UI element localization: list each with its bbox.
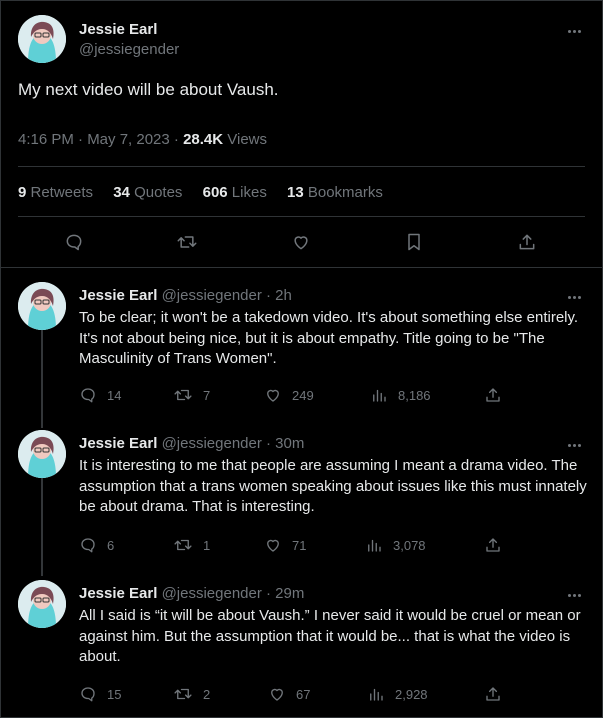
views-button[interactable]: 2,928 bbox=[367, 685, 428, 703]
avatar[interactable] bbox=[18, 282, 66, 330]
views-button[interactable]: 8,186 bbox=[370, 386, 431, 404]
retweet-button[interactable]: 2 bbox=[173, 685, 210, 703]
share-button[interactable] bbox=[484, 536, 502, 554]
reply-tweet[interactable]: Jessie Earl @jessiegender · 30m It is in… bbox=[0, 418, 603, 568]
like-icon bbox=[267, 539, 279, 552]
reply-actions: 15 2 67 2,928 bbox=[79, 685, 579, 705]
retweet-count: 2 bbox=[203, 686, 211, 702]
more-options-icon[interactable] bbox=[564, 585, 584, 605]
reply-icon bbox=[81, 538, 95, 553]
share-icon bbox=[486, 687, 500, 701]
main-actions bbox=[0, 228, 603, 258]
reply-actions: 6 1 71 3,078 bbox=[79, 536, 579, 556]
avatar[interactable] bbox=[18, 15, 66, 63]
main-tweet: Jessie Earl @jessiegender My next video … bbox=[0, 0, 603, 268]
retweet-count: 1 bbox=[203, 537, 211, 553]
author-handle-time[interactable]: @jessiegender · 2h bbox=[157, 287, 292, 304]
views-icon bbox=[373, 389, 386, 402]
avatar[interactable] bbox=[18, 430, 66, 478]
bookmarks-label: Bookmarks bbox=[303, 184, 383, 201]
reply-button[interactable]: 14 bbox=[79, 386, 121, 404]
retweet-button[interactable]: 7 bbox=[173, 386, 210, 404]
quotes-count: 34 bbox=[113, 184, 130, 201]
like-count: 67 bbox=[296, 686, 311, 702]
avatar[interactable] bbox=[18, 580, 66, 628]
like-icon bbox=[271, 688, 283, 701]
views-icon bbox=[368, 539, 381, 552]
share-button[interactable] bbox=[484, 386, 502, 404]
reply-count: 6 bbox=[107, 537, 115, 553]
like-icon bbox=[267, 389, 279, 402]
bookmarks-stat[interactable]: 13 Bookmarks bbox=[287, 184, 383, 201]
views-count: 28.4K bbox=[183, 131, 224, 148]
reply-actions: 14 7 249 8,186 bbox=[79, 386, 579, 406]
retweet-count: 7 bbox=[203, 387, 211, 403]
likes-label: Likes bbox=[227, 184, 267, 201]
reply-button[interactable]: 6 bbox=[79, 536, 114, 554]
views-count: 2,928 bbox=[395, 686, 428, 702]
like-button[interactable]: 67 bbox=[268, 685, 310, 703]
tweet-stats: 9 Retweets 34 Quotes 606 Likes 13 Bookma… bbox=[18, 184, 399, 201]
like-icon[interactable] bbox=[290, 231, 312, 253]
like-count: 249 bbox=[292, 387, 314, 403]
author-handle[interactable]: @jessiegender bbox=[79, 41, 179, 58]
reply-tweet[interactable]: Jessie Earl @jessiegender · 2h To be cle… bbox=[0, 270, 603, 418]
retweet-icon[interactable] bbox=[176, 231, 198, 253]
reply-text: It is interesting to me that people are … bbox=[79, 457, 587, 515]
retweets-label: Retweets bbox=[26, 184, 94, 201]
likes-count: 606 bbox=[202, 184, 228, 201]
reply-text: To be clear; it won't be a takedown vide… bbox=[79, 309, 579, 367]
reply-count: 14 bbox=[107, 387, 122, 403]
views-count: 3,078 bbox=[393, 537, 426, 553]
author-name[interactable]: Jessie Earl bbox=[79, 585, 157, 602]
retweet-icon bbox=[174, 389, 192, 401]
share-icon bbox=[486, 538, 500, 552]
likes-stat[interactable]: 606 Likes bbox=[203, 184, 267, 201]
reply-header: Jessie Earl @jessiegender · 2h bbox=[79, 287, 292, 304]
quotes-label: Quotes bbox=[129, 184, 183, 201]
views-icon bbox=[370, 688, 383, 701]
share-button[interactable] bbox=[484, 685, 502, 703]
author-handle-time[interactable]: @jessiegender · 29m bbox=[157, 585, 305, 602]
more-options-icon[interactable] bbox=[564, 21, 584, 41]
author-name[interactable]: Jessie Earl bbox=[79, 21, 157, 38]
reply-count: 15 bbox=[107, 686, 122, 702]
author-name[interactable]: Jessie Earl bbox=[79, 435, 157, 452]
reply-icon[interactable] bbox=[63, 231, 85, 253]
retweet-button[interactable]: 1 bbox=[173, 536, 210, 554]
share-icon[interactable] bbox=[516, 231, 538, 253]
reply-tweet[interactable]: Jessie Earl @jessiegender · 29m All I sa… bbox=[0, 568, 603, 718]
quotes-stat[interactable]: 34 Quotes bbox=[113, 184, 182, 201]
bookmark-icon[interactable] bbox=[403, 231, 425, 253]
retweets-stat[interactable]: 9 Retweets bbox=[18, 184, 93, 201]
tweet-meta: 4:16 PM · May 7, 2023 · 28.4K Views bbox=[18, 131, 267, 148]
author-name[interactable]: Jessie Earl bbox=[79, 287, 157, 304]
more-options-icon[interactable] bbox=[564, 287, 584, 307]
reply-icon bbox=[81, 687, 95, 702]
reply-text: All I said is “it will be about Vaush.” … bbox=[79, 607, 581, 665]
share-icon bbox=[486, 388, 500, 402]
like-count: 71 bbox=[292, 537, 307, 553]
views-label: Views bbox=[223, 131, 268, 148]
like-button[interactable]: 71 bbox=[264, 536, 306, 554]
bookmarks-count: 13 bbox=[287, 184, 304, 201]
reply-icon bbox=[81, 388, 95, 403]
reply-header: Jessie Earl @jessiegender · 30m bbox=[79, 435, 304, 452]
divider bbox=[18, 166, 585, 167]
retweet-icon bbox=[174, 688, 192, 700]
reply-header: Jessie Earl @jessiegender · 29m bbox=[79, 585, 304, 602]
views-button[interactable]: 3,078 bbox=[365, 536, 426, 554]
author-handle-time[interactable]: @jessiegender · 30m bbox=[157, 435, 305, 452]
tweet-time[interactable]: 4:16 PM · May 7, 2023 · bbox=[18, 131, 183, 148]
like-button[interactable]: 249 bbox=[264, 386, 314, 404]
reply-button[interactable]: 15 bbox=[79, 685, 121, 703]
divider bbox=[18, 216, 585, 217]
retweet-icon bbox=[174, 539, 192, 551]
tweet-text: My next video will be about Vaush. bbox=[18, 80, 279, 99]
views-count: 8,186 bbox=[398, 387, 431, 403]
more-options-icon[interactable] bbox=[564, 435, 584, 455]
